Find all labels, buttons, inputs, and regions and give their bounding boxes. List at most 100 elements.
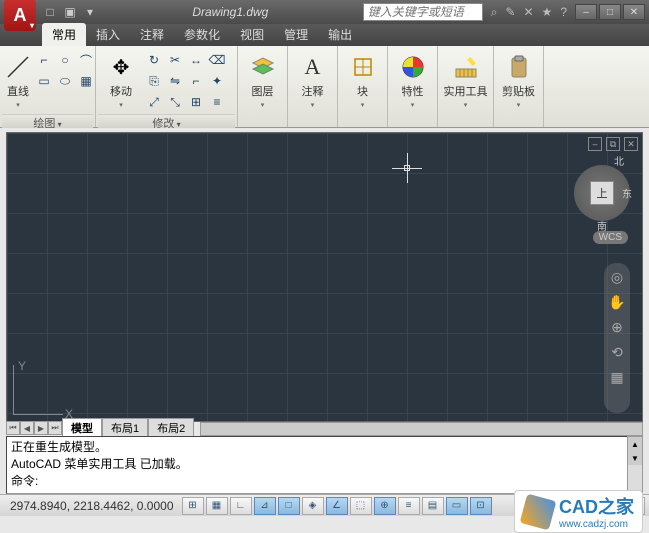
grid <box>7 133 642 421</box>
command-window[interactable]: 正在重生成模型。 AutoCAD 菜单实用工具 已加载。 命令: <box>6 436 643 494</box>
trim-icon[interactable]: ✂ <box>165 50 185 70</box>
tab-annotate[interactable]: 注释 <box>130 23 174 46</box>
line-button[interactable]: 直线 <box>4 50 32 112</box>
stretch-icon[interactable]: ⤢ <box>144 92 164 112</box>
properties-icon <box>399 53 427 81</box>
extend-icon[interactable]: ↔ <box>186 50 206 70</box>
sc-toggle[interactable]: ⊡ <box>470 497 492 515</box>
grid-toggle[interactable]: ▦ <box>206 497 228 515</box>
line-icon <box>4 53 32 81</box>
showmotion-icon[interactable]: ▦ <box>610 369 623 386</box>
explode-icon[interactable]: ✦ <box>207 71 227 91</box>
zoom-icon[interactable]: ⊕ <box>611 319 623 336</box>
app-menu-button[interactable]: A <box>4 0 36 31</box>
tab-insert[interactable]: 插入 <box>86 23 130 46</box>
move-icon: ✥ <box>107 53 135 81</box>
wcs-badge[interactable]: WCS <box>593 231 628 244</box>
scroll-up-icon[interactable]: ▲ <box>628 437 642 451</box>
qat-save-icon[interactable]: ▾ <box>82 4 98 20</box>
viewcube-top-face[interactable]: 上 <box>590 181 614 205</box>
lwt-toggle[interactable]: ≡ <box>398 497 420 515</box>
polyline-icon[interactable]: ⌐ <box>34 50 54 70</box>
model-viewport[interactable]: – ⧉ ✕ YX 北 上 东 南 WCS ◎ ✋ ⊕ ⟲ ▦ <box>6 132 643 422</box>
cmd-history-line: 正在重生成模型。 <box>11 439 638 456</box>
close-button[interactable]: ✕ <box>623 4 645 20</box>
help-icon[interactable]: ? <box>560 5 567 20</box>
layout-tab-2[interactable]: 布局2 <box>148 418 194 438</box>
ortho-toggle[interactable]: ∟ <box>230 497 252 515</box>
block-icon <box>349 53 377 81</box>
layout-tabs: ⏮ ◀ ▶ ⏭ 模型 布局1 布局2 <box>6 420 194 436</box>
tab-output[interactable]: 输出 <box>318 23 362 46</box>
maximize-button[interactable]: □ <box>599 4 621 20</box>
minimize-button[interactable]: – <box>575 4 597 20</box>
properties-button[interactable]: 特性 <box>392 50 433 112</box>
rectangle-icon[interactable]: ▭ <box>34 71 54 91</box>
orbit-icon[interactable]: ⟲ <box>611 344 623 361</box>
hatch-icon[interactable]: ▦ <box>76 71 96 91</box>
title-bar: A □ ▣ ▾ Drawing1.dwg ⌕ ✎ ✕ ★ ? – □ ✕ <box>0 0 649 24</box>
tab-last-icon[interactable]: ⏭ <box>48 421 62 435</box>
block-button[interactable]: 块 <box>342 50 383 112</box>
infocenter: ⌕ ✎ ✕ ★ ? <box>491 5 567 20</box>
array-icon[interactable]: ⊞ <box>186 92 206 112</box>
utilities-button[interactable]: 实用工具 <box>442 50 489 112</box>
vp-close-icon[interactable]: ✕ <box>624 137 638 151</box>
dyn-toggle[interactable]: ⊕ <box>374 497 396 515</box>
layout-tab-model[interactable]: 模型 <box>62 418 102 438</box>
ellipse-icon[interactable]: ⬭ <box>55 71 75 91</box>
drawing-container: – ⧉ ✕ YX 北 上 东 南 WCS ◎ ✋ ⊕ ⟲ ▦ ⏮ ◀ ▶ ⏭ <box>0 128 649 436</box>
exchange-icon[interactable]: ✕ <box>523 5 533 20</box>
annotation-button[interactable]: A 注释 <box>292 50 333 112</box>
vp-minimize-icon[interactable]: – <box>588 137 602 151</box>
horizontal-scrollbar[interactable] <box>200 422 643 436</box>
scroll-down-icon[interactable]: ▼ <box>628 451 642 465</box>
tab-parametric[interactable]: 参数化 <box>174 23 230 46</box>
tpy-toggle[interactable]: ▤ <box>422 497 444 515</box>
layers-button[interactable]: 图层 <box>242 50 283 112</box>
watermark: CAD之家 www.cadzj.com <box>514 490 643 533</box>
tab-view[interactable]: 视图 <box>230 23 274 46</box>
qp-toggle[interactable]: ▭ <box>446 497 468 515</box>
tab-manage[interactable]: 管理 <box>274 23 318 46</box>
search-icon[interactable]: ⌕ <box>491 5 498 20</box>
circle-icon[interactable]: ○ <box>55 50 75 70</box>
steering-wheel-icon[interactable]: ◎ <box>611 269 623 286</box>
ribbon: 直线 ⌐ ○ ⌒ ▭ ⬭ ▦ 绘图 ✥ 移动 ↻ ✂ ↔ <box>0 46 649 128</box>
qat-new-icon[interactable]: □ <box>42 4 58 20</box>
polar-toggle[interactable]: ⊿ <box>254 497 276 515</box>
quick-access-toolbar: □ ▣ ▾ <box>42 4 98 20</box>
tab-next-icon[interactable]: ▶ <box>34 421 48 435</box>
ribbon-tabs: 常用 插入 注释 参数化 视图 管理 输出 <box>0 24 649 46</box>
cmd-history-line: AutoCAD 菜单实用工具 已加载。 <box>11 456 638 473</box>
viewcube[interactable]: 北 上 东 南 <box>574 165 630 221</box>
offset-icon[interactable]: ≡ <box>207 92 227 112</box>
cmd-scrollbar[interactable]: ▲ ▼ <box>627 436 643 494</box>
clipboard-button[interactable]: 剪贴板 <box>498 50 539 112</box>
otrack-toggle[interactable]: ∠ <box>326 497 348 515</box>
vp-restore-icon[interactable]: ⧉ <box>606 137 620 151</box>
arc-icon[interactable]: ⌒ <box>76 50 96 70</box>
tab-home[interactable]: 常用 <box>42 23 86 46</box>
qat-open-icon[interactable]: ▣ <box>62 4 78 20</box>
snap-toggle[interactable]: ⊞ <box>182 497 204 515</box>
help-search-input[interactable] <box>363 3 483 21</box>
osnap-toggle[interactable]: □ <box>278 497 300 515</box>
pan-icon[interactable]: ✋ <box>608 294 625 311</box>
coordinates-readout[interactable]: 2974.8940, 2218.4462, 0.0000 <box>4 499 180 513</box>
layout-tab-1[interactable]: 布局1 <box>102 418 148 438</box>
favorite-icon[interactable]: ★ <box>542 5 553 20</box>
scale-icon[interactable]: ⤡ <box>165 92 185 112</box>
tab-prev-icon[interactable]: ◀ <box>20 421 34 435</box>
tab-first-icon[interactable]: ⏮ <box>6 421 20 435</box>
move-button[interactable]: ✥ 移动 <box>100 50 142 112</box>
3dosnap-toggle[interactable]: ◈ <box>302 497 324 515</box>
utilities-icon <box>452 53 480 81</box>
erase-icon[interactable]: ⌫ <box>207 50 227 70</box>
ducs-toggle[interactable]: ⬚ <box>350 497 372 515</box>
mirror-icon[interactable]: ⇋ <box>165 71 185 91</box>
copy-icon[interactable]: ⎘ <box>144 71 164 91</box>
fillet-icon[interactable]: ⌐ <box>186 71 206 91</box>
rotate-icon[interactable]: ↻ <box>144 50 164 70</box>
key-icon[interactable]: ✎ <box>505 5 515 20</box>
